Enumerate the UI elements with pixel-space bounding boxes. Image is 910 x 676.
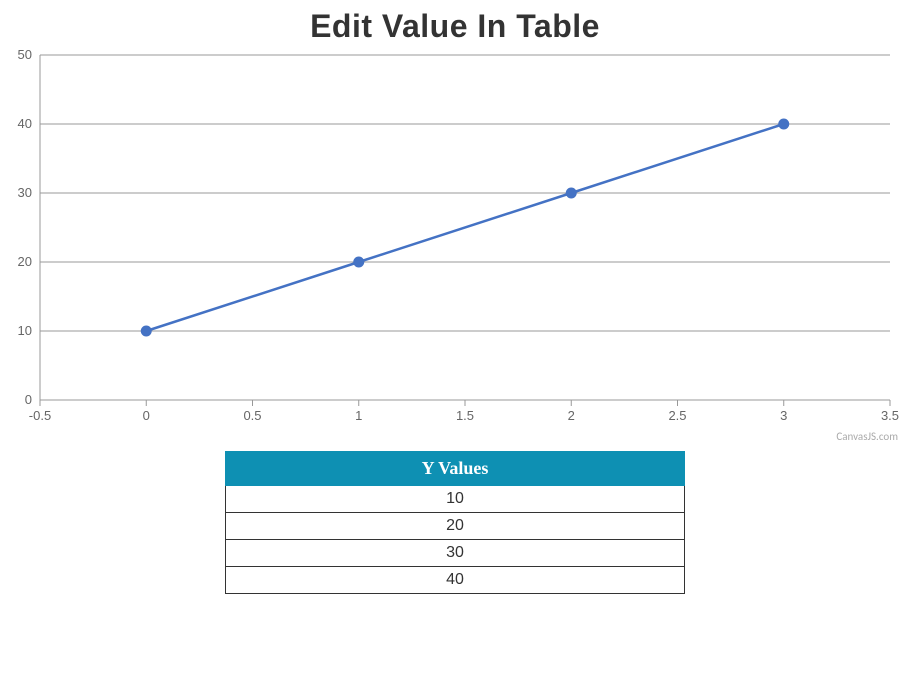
x-tick-label: -0.5 xyxy=(29,408,51,423)
y-tick-label: 0 xyxy=(25,392,32,407)
table-cell[interactable]: 30 xyxy=(226,540,685,567)
data-line xyxy=(146,124,784,331)
y-tick-label: 50 xyxy=(18,47,32,62)
data-point[interactable] xyxy=(141,326,151,336)
table-cell[interactable]: 40 xyxy=(226,567,685,594)
y-tick-label: 40 xyxy=(18,116,32,131)
x-tick-label: 3.5 xyxy=(881,408,899,423)
x-tick-label: 2 xyxy=(568,408,575,423)
chart-svg: 01020304050-0.500.511.522.533.5 xyxy=(0,45,910,445)
table-row: 20 xyxy=(226,513,685,540)
table-cell[interactable]: 10 xyxy=(226,486,685,513)
x-tick-label: 1 xyxy=(355,408,362,423)
chart-title: Edit Value In Table xyxy=(0,0,910,45)
y-tick-label: 30 xyxy=(18,185,32,200)
chart-area: 01020304050-0.500.511.522.533.5 CanvasJS… xyxy=(0,45,910,445)
x-tick-label: 3 xyxy=(780,408,787,423)
values-table: Y Values 10203040 xyxy=(225,451,685,594)
table-header: Y Values xyxy=(226,452,685,486)
x-tick-label: 0.5 xyxy=(243,408,261,423)
data-point[interactable] xyxy=(354,257,364,267)
data-point[interactable] xyxy=(779,119,789,129)
chart-container: Edit Value In Table 01020304050-0.500.51… xyxy=(0,0,910,676)
x-tick-label: 2.5 xyxy=(668,408,686,423)
table-cell[interactable]: 20 xyxy=(226,513,685,540)
chart-plot: 01020304050-0.500.511.522.533.5 xyxy=(18,47,900,423)
y-tick-label: 10 xyxy=(18,323,32,338)
x-tick-label: 0 xyxy=(143,408,150,423)
x-tick-label: 1.5 xyxy=(456,408,474,423)
y-tick-label: 20 xyxy=(18,254,32,269)
table-row: 30 xyxy=(226,540,685,567)
table-body: 10203040 xyxy=(226,486,685,594)
chart-credit[interactable]: CanvasJS.com xyxy=(836,430,898,443)
data-point[interactable] xyxy=(566,188,576,198)
table-row: 40 xyxy=(226,567,685,594)
table-row: 10 xyxy=(226,486,685,513)
